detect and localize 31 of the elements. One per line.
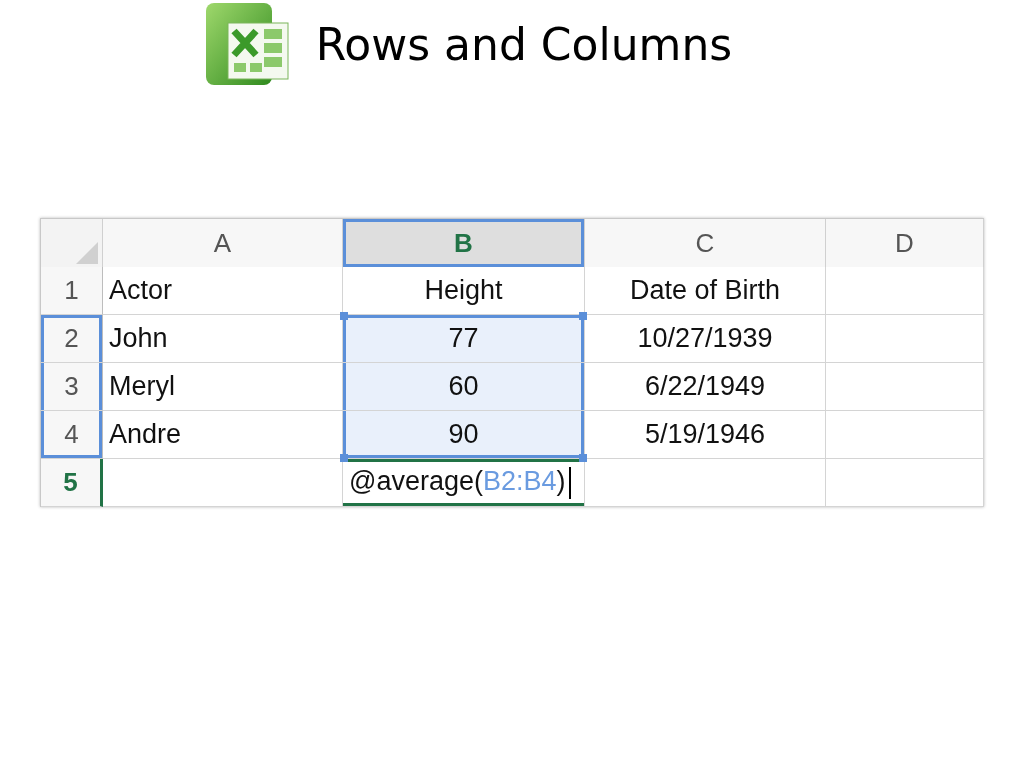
- cell-text: 60: [448, 371, 479, 402]
- cell-text: 10/27/1939: [637, 323, 773, 354]
- row-header[interactable]: 2: [41, 315, 103, 363]
- cell-text: Height: [424, 275, 503, 306]
- cell-text: 77: [448, 323, 479, 354]
- select-all-corner[interactable]: [41, 219, 103, 269]
- row-header[interactable]: 5: [41, 459, 103, 507]
- row-header[interactable]: 1: [41, 267, 103, 315]
- selection-handle[interactable]: [340, 454, 348, 462]
- spreadsheet-logo-icon: [203, 1, 290, 87]
- cell-text: 5/19/1946: [644, 419, 766, 450]
- column-header[interactable]: A: [103, 219, 343, 269]
- corner-triangle-icon: [76, 242, 98, 264]
- column-header[interactable]: B: [343, 219, 585, 269]
- cell-text: John: [109, 323, 168, 354]
- formula-cell[interactable]: @average(B2:B4): [343, 459, 585, 507]
- row-header[interactable]: 4: [41, 411, 103, 459]
- selection-handle[interactable]: [579, 312, 587, 320]
- column-header[interactable]: D: [826, 219, 984, 269]
- column-header[interactable]: C: [585, 219, 826, 269]
- cell-text: 6/22/1949: [644, 371, 766, 402]
- formula-text: @average(B2:B4): [349, 466, 571, 499]
- slide-title: Rows and Columns: [315, 18, 733, 70]
- cell-text: Date of Birth: [629, 275, 781, 306]
- cell-text: Actor: [109, 275, 173, 306]
- row-header[interactable]: 3: [41, 363, 103, 411]
- cell-text: Meryl: [109, 371, 175, 402]
- cell-text: 90: [448, 419, 479, 450]
- selection-handle[interactable]: [579, 454, 587, 462]
- selection-handle[interactable]: [340, 312, 348, 320]
- cell-text: Andre: [109, 419, 182, 450]
